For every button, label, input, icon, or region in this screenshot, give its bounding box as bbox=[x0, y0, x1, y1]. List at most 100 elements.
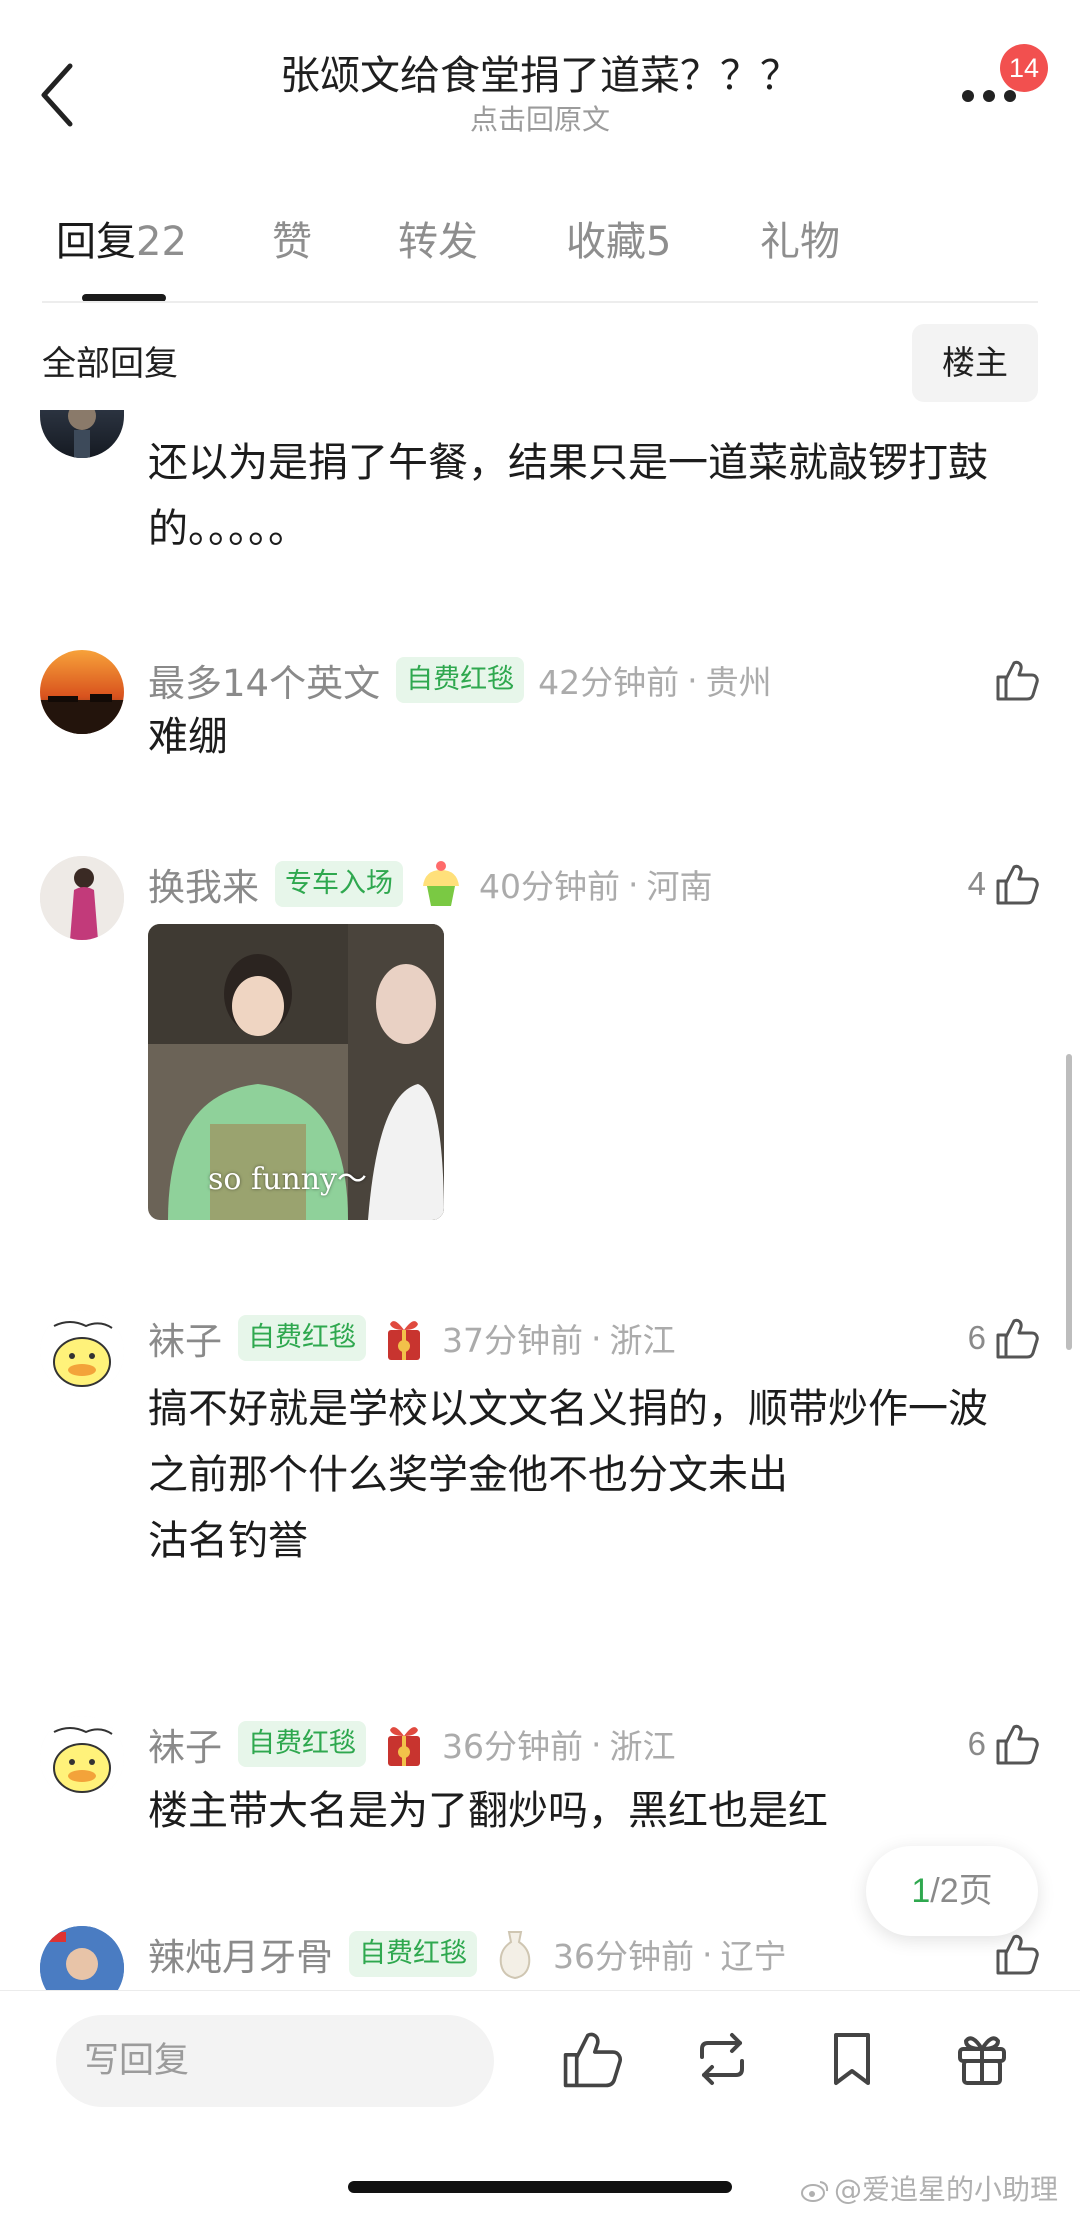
thumbs-up-icon bbox=[563, 2032, 622, 2088]
user-badge: 自费红毯 bbox=[396, 657, 525, 703]
region: 辽宁 bbox=[720, 1937, 787, 1976]
avatar[interactable] bbox=[40, 1716, 124, 1800]
tab-label: 礼物 bbox=[760, 219, 840, 265]
bookmark-icon bbox=[834, 2033, 870, 2085]
reply-input[interactable]: 写回复 bbox=[56, 2015, 494, 2107]
more-dot bbox=[983, 90, 995, 102]
person-avatar-image bbox=[40, 856, 124, 940]
repost-icon bbox=[700, 2033, 744, 2085]
page-suffix: 页 bbox=[958, 1871, 993, 1911]
title-block[interactable]: 张颂文给食堂捐了道菜？？？ 点击回原文 bbox=[200, 52, 880, 138]
op-only-button[interactable]: 楼主 bbox=[912, 324, 1038, 402]
like-button[interactable]: 6 bbox=[968, 1716, 1040, 1772]
tab-label: 回复 bbox=[56, 219, 136, 265]
top-bar: 张颂文给食堂捐了道菜？？？ 点击回原文 14 bbox=[0, 0, 1080, 150]
timestamp: 42分钟前 bbox=[538, 663, 680, 702]
comment-meta: 袜子 自费红毯 37分钟前 · 浙江 bbox=[148, 1310, 676, 1366]
tab-count: 22 bbox=[136, 219, 187, 265]
avatar[interactable] bbox=[40, 410, 124, 458]
all-replies-filter[interactable]: 全部回复 bbox=[42, 340, 178, 388]
author-name[interactable]: 辣炖月牙骨 bbox=[148, 1927, 333, 1981]
user-badge: 自费红毯 bbox=[238, 1315, 366, 1361]
favorite-button[interactable] bbox=[820, 2027, 884, 2091]
author-name[interactable]: 袜子 bbox=[148, 1717, 222, 1771]
watermark-text: @爱追星的小助理 bbox=[834, 2173, 1059, 2206]
author-name[interactable]: 袜子 bbox=[148, 1311, 222, 1365]
author-name[interactable]: 换我来 bbox=[148, 857, 259, 911]
more-dot bbox=[1004, 90, 1016, 102]
gift-icon bbox=[958, 2036, 1006, 2085]
like-count: 4 bbox=[967, 865, 986, 902]
gift-box-icon bbox=[388, 1727, 420, 1766]
like-post-button[interactable] bbox=[560, 2027, 624, 2091]
comment-meta: 换我来 专车入场 40分钟前 · 河南 bbox=[148, 856, 713, 912]
separator-dot: · bbox=[687, 660, 698, 700]
separator-dot: · bbox=[591, 1724, 602, 1764]
tab-bar: 回复22 赞 转发 收藏5 礼物 bbox=[0, 210, 1080, 306]
divider bbox=[42, 301, 1038, 303]
back-to-original-link[interactable]: 点击回原文 bbox=[200, 102, 880, 138]
back-button[interactable] bbox=[38, 60, 78, 130]
user-badge: 自费红毯 bbox=[349, 1931, 477, 1977]
avatar-image bbox=[68, 410, 96, 458]
thumbs-up-icon bbox=[996, 1318, 1039, 1359]
thumbs-up-icon bbox=[996, 660, 1039, 701]
tab-gifts[interactable]: 礼物 bbox=[760, 210, 840, 274]
cartoon-duck-avatar-image bbox=[40, 1310, 124, 1394]
like-count: 6 bbox=[967, 1319, 986, 1356]
home-indicator[interactable] bbox=[348, 2181, 732, 2193]
comment-text: 难绷 bbox=[148, 714, 228, 760]
cupcake-icon bbox=[423, 861, 459, 906]
separator-dot: · bbox=[628, 864, 639, 904]
tab-favorites[interactable]: 收藏5 bbox=[566, 210, 671, 274]
avatar[interactable] bbox=[40, 856, 124, 940]
like-button[interactable]: 6 bbox=[968, 1310, 1040, 1366]
comment-meta: 袜子 自费红毯 36分钟前 · 浙江 bbox=[148, 1716, 676, 1772]
vase-icon bbox=[499, 1931, 531, 1980]
user-badge: 自费红毯 bbox=[238, 1721, 366, 1767]
sunset-avatar-image bbox=[40, 650, 124, 734]
thumbs-up-icon bbox=[996, 1724, 1039, 1765]
comment-text: 搞不好就是学校以文文名义捐的，顺带炒作一波 之前那个什么奖学金他不也分文未出 沽… bbox=[148, 1386, 988, 1564]
comment-text: 还以为是捐了午餐，结果只是一道菜就敲锣打鼓的。。。。。 bbox=[148, 440, 988, 552]
separator-dot: · bbox=[702, 1934, 713, 1974]
weibo-logo-icon bbox=[801, 2181, 829, 2202]
tab-replies[interactable]: 回复22 bbox=[56, 210, 187, 274]
region: 浙江 bbox=[609, 1727, 676, 1766]
gift-box-icon bbox=[388, 1321, 420, 1360]
watermark: @爱追星的小助理 bbox=[800, 2168, 1058, 2208]
thumbs-up-icon bbox=[996, 1934, 1039, 1975]
tab-label: 转发 bbox=[398, 219, 478, 265]
author-name[interactable]: 最多14个英文 bbox=[148, 653, 380, 707]
tab-reposts[interactable]: 转发 bbox=[398, 210, 478, 274]
comment-meta: 辣炖月牙骨 自费红毯 36分钟前 · 辽宁 bbox=[148, 1926, 787, 1982]
current-page: 1 bbox=[911, 1872, 931, 1910]
like-button[interactable]: 4 bbox=[968, 856, 1040, 912]
avatar[interactable] bbox=[40, 1310, 124, 1394]
like-button[interactable] bbox=[986, 652, 1040, 708]
gift-button[interactable] bbox=[950, 2027, 1014, 2091]
timestamp: 36分钟前 bbox=[442, 1727, 583, 1766]
image-caption: so funny～ bbox=[208, 1162, 368, 1197]
tab-count: 5 bbox=[646, 219, 672, 265]
total-pages: /2 bbox=[930, 1872, 959, 1910]
region: 浙江 bbox=[609, 1321, 676, 1360]
user-badge: 专车入场 bbox=[275, 861, 403, 907]
comment-meta: 最多14个英文 自费红毯 42分钟前 · 贵州 bbox=[148, 652, 772, 708]
more-dot bbox=[962, 90, 974, 102]
timestamp: 36分钟前 bbox=[553, 1937, 694, 1976]
region: 贵州 bbox=[705, 663, 772, 702]
page-indicator-button[interactable]: 1/2页 bbox=[866, 1846, 1038, 1936]
region: 河南 bbox=[646, 867, 713, 906]
comment-text: 楼主带大名是为了翻炒吗，黑红也是红 bbox=[148, 1788, 828, 1834]
timestamp: 40分钟前 bbox=[479, 867, 620, 906]
repost-button[interactable] bbox=[690, 2027, 754, 2091]
post-title[interactable]: 张颂文给食堂捐了道菜？？？ bbox=[200, 52, 880, 100]
comment-image[interactable]: so funny～ bbox=[148, 924, 444, 1220]
cartoon-duck-avatar-image bbox=[40, 1716, 124, 1800]
tab-likes[interactable]: 赞 bbox=[272, 210, 312, 274]
scrollbar[interactable] bbox=[1066, 1054, 1072, 1350]
tab-label: 收藏 bbox=[566, 219, 646, 265]
like-count: 6 bbox=[967, 1725, 986, 1762]
avatar[interactable] bbox=[40, 650, 124, 734]
